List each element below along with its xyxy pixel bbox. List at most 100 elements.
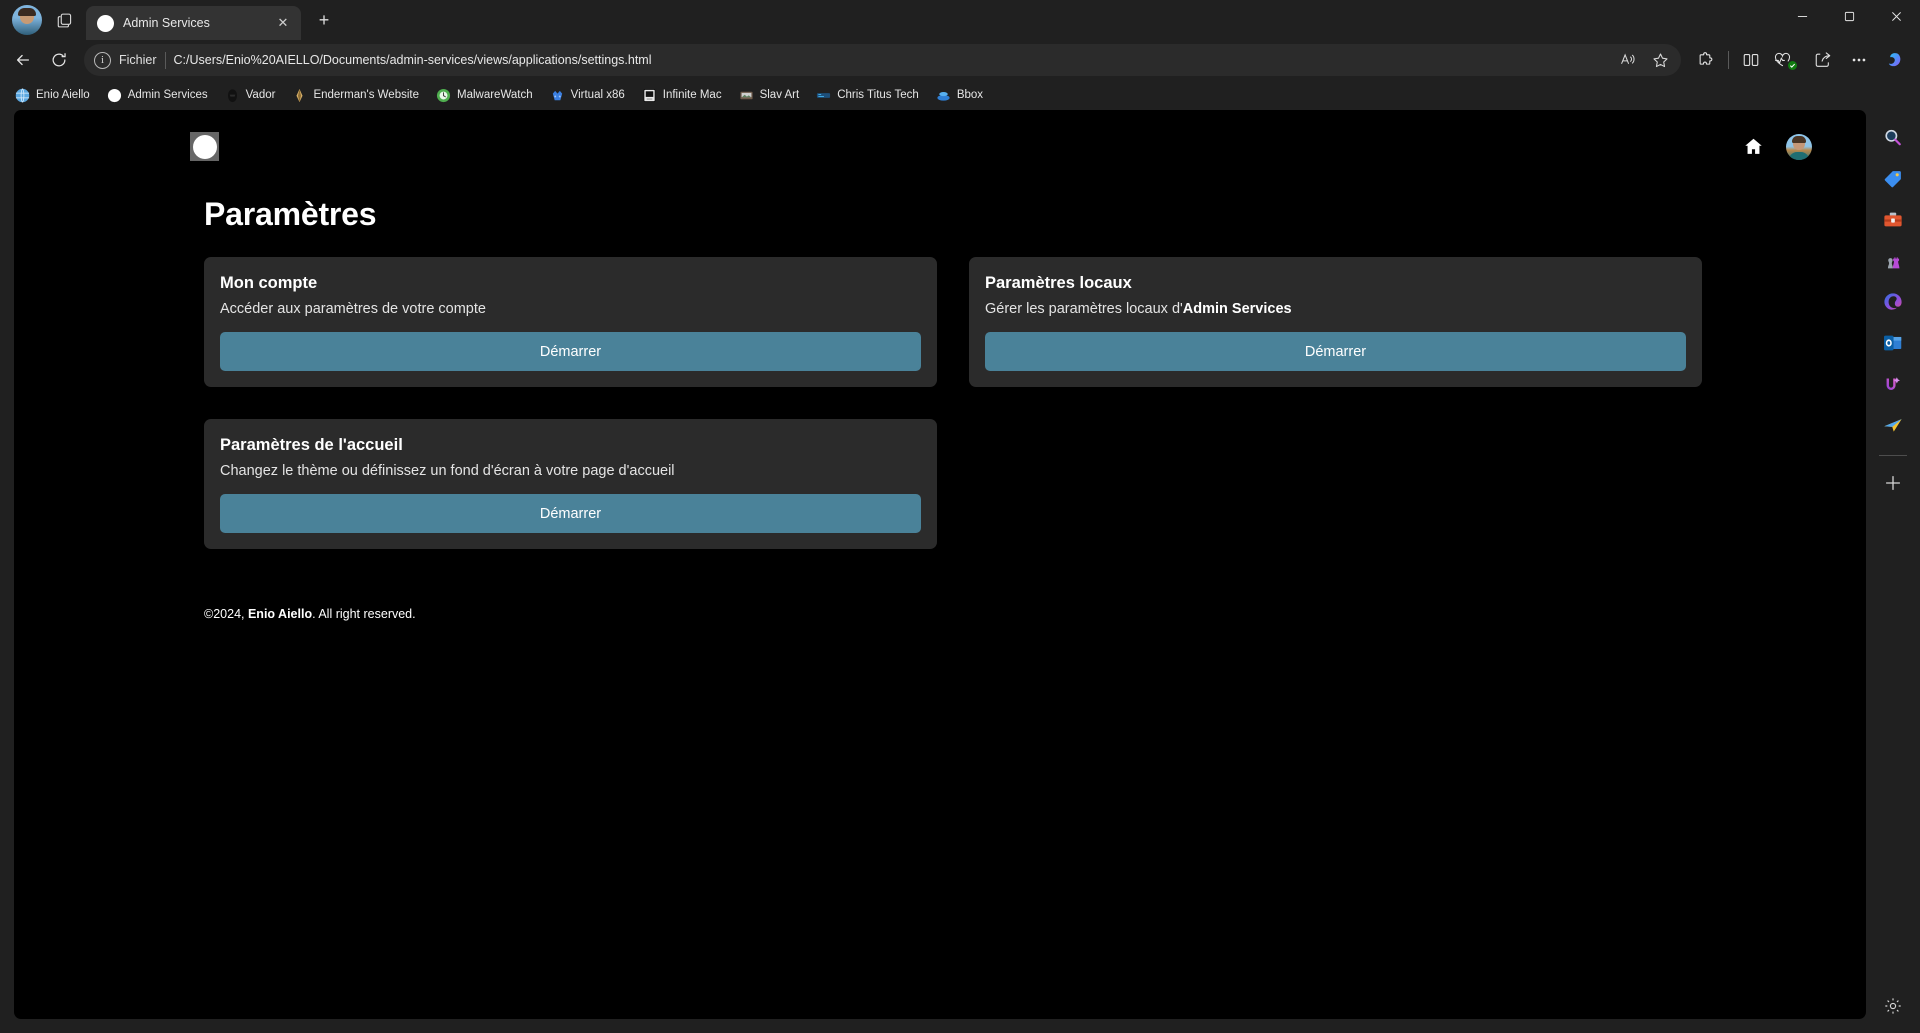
bookmark-enio-aiello[interactable]: Enio Aiello (8, 84, 97, 107)
bookmark-infinite-mac[interactable]: Infinite Mac (635, 84, 729, 107)
card-description: Accéder aux paramètres de votre compte (220, 301, 921, 317)
enderman-icon (296, 88, 303, 102)
header-actions (1743, 133, 1836, 160)
browser-essentials-icon[interactable] (1770, 44, 1804, 76)
white-circle-logo-icon (192, 134, 217, 159)
card-description-text: Accéder aux paramètres de votre compte (220, 301, 486, 317)
bookmark-label: Vador (245, 89, 276, 101)
mac-icon (643, 88, 656, 102)
image-creator-icon[interactable] (1873, 364, 1913, 404)
footer-prefix: ©2024, (204, 607, 248, 621)
shopping-tag-icon[interactable] (1873, 159, 1913, 199)
tab-search-button[interactable] (48, 5, 82, 35)
settings-card-grid: Mon compte Accéder aux paramètres de vot… (204, 257, 1702, 549)
card-title: Paramètres de l'accueil (220, 436, 403, 454)
bookmark-slav-art[interactable]: Slav Art (732, 84, 807, 107)
bookmark-label: Chris Titus Tech (837, 89, 919, 101)
bookmark-label: Infinite Mac (662, 89, 722, 101)
bbox-icon (937, 91, 950, 101)
settings-more-icon[interactable] (1842, 44, 1876, 76)
bookmark-label: Virtual x86 (570, 89, 625, 101)
page-title: Paramètres (204, 196, 377, 232)
bookmark-admin-services[interactable]: Admin Services (100, 84, 215, 107)
copilot-icon[interactable] (1878, 44, 1912, 76)
bookmark-chris-titus-tech[interactable]: Chris Titus Tech (809, 84, 926, 107)
window-close-button[interactable] (1873, 0, 1920, 33)
card-title: Paramètres locaux (985, 274, 1132, 292)
user-avatar[interactable] (1786, 133, 1812, 160)
minimize-button[interactable] (1779, 0, 1826, 33)
share-icon[interactable] (1806, 44, 1840, 76)
gear-icon[interactable] (1873, 992, 1913, 1032)
card-description-text: Changez le thème ou définissez un fond d… (220, 463, 675, 479)
bookmark-bbox[interactable]: Bbox (929, 84, 990, 107)
drop-icon[interactable] (1873, 405, 1913, 445)
games-icon[interactable] (1873, 241, 1913, 281)
card-title: Mon compte (220, 274, 318, 292)
bookmark-label: Admin Services (127, 89, 208, 101)
toolbar-divider (1728, 51, 1729, 69)
card-description-emphasis: Admin Services (1182, 301, 1292, 317)
home-icon[interactable] (1743, 136, 1764, 157)
page-content: Paramètres Mon compte Accéder aux paramè… (14, 196, 1866, 621)
vader-icon (227, 88, 237, 102)
tab-admin-services[interactable]: Admin Services ✕ (86, 6, 301, 40)
card-parametres-locaux: Paramètres locaux Gérer les paramètres l… (969, 257, 1702, 387)
site-info-icon[interactable]: i (94, 51, 111, 69)
new-tab-button[interactable]: + (309, 5, 339, 35)
virtual-x86-icon (552, 90, 562, 100)
back-button[interactable] (6, 44, 40, 76)
maximize-button[interactable] (1826, 0, 1873, 33)
web-page: Paramètres Mon compte Accéder aux paramè… (14, 110, 1866, 1019)
close-icon[interactable]: ✕ (273, 13, 293, 33)
navigation-bar: i Fichier C:/Users/Enio%20AIELLO/Documen… (0, 40, 1920, 80)
card-description: Changez le thème ou définissez un fond d… (220, 463, 921, 479)
bookmark-label: Enio Aiello (36, 89, 90, 101)
avatar-hair (1792, 135, 1806, 143)
edge-sidebar (1866, 110, 1920, 1033)
page-footer: ©2024, Enio Aiello. All right reserved. (204, 607, 1866, 621)
bookmark-vador[interactable]: Vador (218, 84, 283, 107)
extensions-icon[interactable] (1689, 44, 1723, 76)
tab-favicon-icon (97, 14, 114, 32)
refresh-button[interactable] (42, 44, 76, 76)
office-icon[interactable] (1873, 282, 1913, 322)
start-button-local[interactable]: Démarrer (985, 332, 1686, 371)
bookmark-malwarewatch[interactable]: MalwareWatch (429, 84, 540, 107)
avatar-body (1789, 151, 1809, 160)
address-bar[interactable]: i Fichier C:/Users/Enio%20AIELLO/Documen… (84, 44, 1681, 76)
split-screen-icon[interactable] (1734, 44, 1768, 76)
viewport-row: Paramètres Mon compte Accéder aux paramè… (0, 110, 1920, 1033)
search-icon[interactable] (1873, 118, 1913, 158)
window-controls (1779, 0, 1920, 33)
bookmark-label: Slav Art (759, 89, 800, 101)
bookmark-label: Bbox (956, 89, 984, 101)
browser-window: Admin Services ✕ + i Fichier C:/Users/En… (0, 0, 1920, 1033)
bookmark-endermans-website[interactable]: Enderman's Website (285, 84, 426, 107)
tab-title: Admin Services (123, 16, 210, 30)
bookmarks-bar: Enio Aiello Admin Services Vador Enderma… (0, 80, 1920, 110)
profile-avatar-button[interactable] (12, 5, 42, 35)
outlook-icon[interactable] (1873, 323, 1913, 363)
card-parametres-accueil: Paramètres de l'accueil Changez le thème… (204, 419, 937, 549)
site-logo[interactable] (190, 132, 219, 161)
malware-icon (436, 88, 451, 102)
globe-icon (15, 88, 30, 102)
add-sidebar-app-button[interactable] (1873, 463, 1913, 503)
tab-strip: Admin Services ✕ + (0, 0, 1920, 40)
bookmark-label: Enderman's Website (313, 89, 419, 101)
read-aloud-icon[interactable] (1613, 46, 1643, 74)
omnibox-divider (164, 51, 166, 69)
slavart-icon (739, 91, 753, 99)
bookmark-label: MalwareWatch (457, 89, 533, 101)
url-scheme-label: Fichier (119, 53, 157, 67)
bookmark-virtual-x86[interactable]: Virtual x86 (543, 84, 632, 107)
url-text[interactable]: C:/Users/Enio%20AIELLO/Documents/admin-s… (174, 53, 1605, 67)
footer-author: Enio Aiello (247, 607, 313, 621)
tools-icon[interactable] (1873, 200, 1913, 240)
favorite-star-icon[interactable] (1645, 46, 1675, 74)
start-button-account[interactable]: Démarrer (220, 332, 921, 371)
start-button-home[interactable]: Démarrer (220, 494, 921, 533)
white-circle-icon (107, 88, 121, 102)
footer-suffix: . All right reserved. (312, 607, 416, 621)
